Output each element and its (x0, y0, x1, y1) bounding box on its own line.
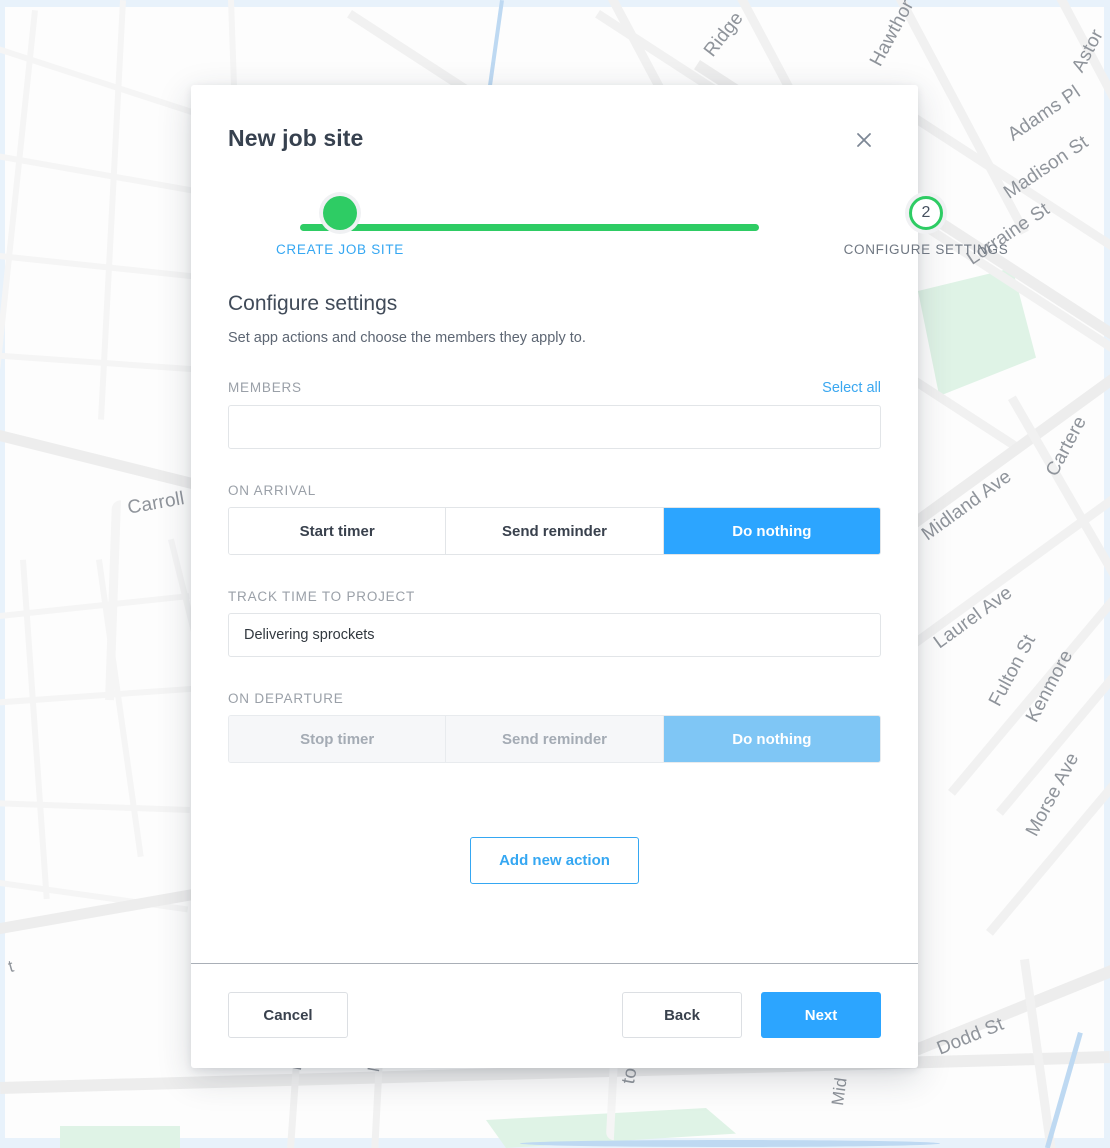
members-field-head: MEMBERS Select all (228, 380, 881, 396)
on-departure-option-send-reminder[interactable]: Send reminder (446, 716, 664, 762)
on-arrival-field-head: ON ARRIVAL (228, 483, 881, 498)
step-2-indicator: 2 (909, 196, 943, 230)
step-2-label: CONFIGURE SETTINGS (843, 242, 1009, 257)
footer-actions: Back Next (622, 992, 881, 1038)
section-subtitle: Set app actions and choose the members t… (228, 330, 586, 346)
dialog-header: New job site (228, 125, 881, 152)
members-label: MEMBERS (228, 380, 302, 395)
on-arrival-option-start-timer[interactable]: Start timer (229, 508, 447, 554)
dialog-body: New job site CREATE JOB SITE 2 CONFIGURE… (191, 85, 1008, 963)
back-button[interactable]: Back (622, 992, 742, 1038)
step-2-number: 2 (921, 204, 931, 221)
on-departure-field-group: ON DEPARTURE Stop timer Send reminder Do… (228, 691, 881, 763)
track-time-field-group: TRACK TIME TO PROJECT Delivering sprocke… (228, 589, 881, 657)
on-arrival-label: ON ARRIVAL (228, 483, 317, 498)
section-title: Configure settings (228, 292, 398, 315)
members-input[interactable] (228, 405, 881, 449)
on-arrival-segmented-control: Start timer Send reminder Do nothing (228, 507, 881, 555)
add-new-action-button[interactable]: Add new action (470, 837, 639, 884)
cancel-button[interactable]: Cancel (228, 992, 348, 1038)
dialog-footer: Cancel Back Next (191, 963, 918, 1068)
members-field-group: MEMBERS Select all (228, 380, 881, 449)
track-time-label: TRACK TIME TO PROJECT (228, 589, 416, 604)
select-all-link[interactable]: Select all (822, 380, 881, 396)
on-departure-segmented-control: Stop timer Send reminder Do nothing (228, 715, 881, 763)
next-button[interactable]: Next (761, 992, 881, 1038)
close-icon[interactable] (853, 129, 875, 151)
on-arrival-option-do-nothing[interactable]: Do nothing (663, 508, 880, 554)
track-time-field-head: TRACK TIME TO PROJECT (228, 589, 881, 604)
new-job-site-dialog: New job site CREATE JOB SITE 2 CONFIGURE… (191, 85, 1008, 1068)
on-departure-label: ON DEPARTURE (228, 691, 344, 706)
step-1-indicator (323, 196, 357, 230)
on-departure-option-do-nothing[interactable]: Do nothing (663, 716, 880, 762)
wizard-stepper: CREATE JOB SITE 2 CONFIGURE SETTINGS (228, 196, 1008, 258)
stepper-step-configure-settings[interactable]: 2 CONFIGURE SETTINGS (836, 196, 1016, 257)
modal-scrim: New job site CREATE JOB SITE 2 CONFIGURE… (0, 0, 1110, 1148)
track-time-project-input[interactable]: Delivering sprockets (228, 613, 881, 657)
on-arrival-option-send-reminder[interactable]: Send reminder (446, 508, 664, 554)
add-action-row: Add new action (228, 837, 881, 884)
step-1-label: CREATE JOB SITE (275, 242, 405, 257)
on-departure-field-head: ON DEPARTURE (228, 691, 881, 706)
stepper-step-create-job-site[interactable]: CREATE JOB SITE (250, 196, 430, 257)
dialog-title: New job site (228, 125, 364, 151)
track-time-project-value: Delivering sprockets (244, 627, 375, 643)
on-departure-option-stop-timer[interactable]: Stop timer (229, 716, 447, 762)
on-arrival-field-group: ON ARRIVAL Start timer Send reminder Do … (228, 483, 881, 555)
